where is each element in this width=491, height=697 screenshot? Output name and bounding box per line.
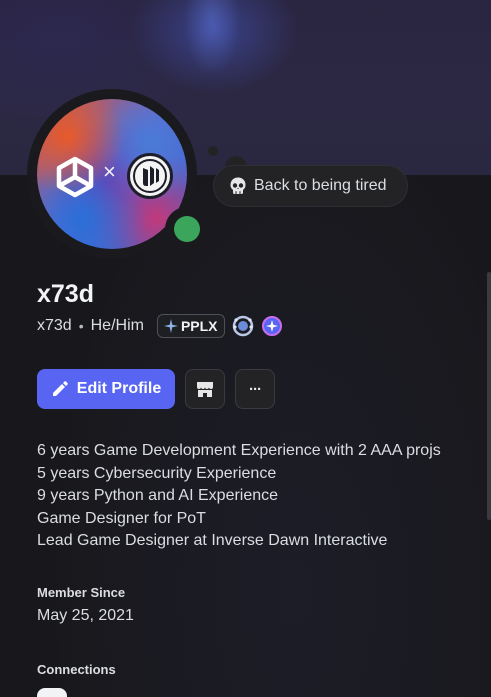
- unity-logo-icon: [56, 156, 94, 198]
- connection-account-icon[interactable]: [37, 688, 67, 697]
- avatar[interactable]: ×: [27, 89, 209, 259]
- member-since-title: Member Since: [37, 585, 126, 600]
- nitro-laurel-badge-icon[interactable]: [232, 315, 254, 337]
- pronouns: He/Him: [90, 317, 144, 334]
- separator-dot: •: [78, 318, 84, 334]
- connections-title: Connections: [37, 662, 116, 677]
- bio-line: 5 years Cybersecurity Experience: [37, 464, 277, 482]
- scrollbar[interactable]: [487, 272, 491, 520]
- unreal-logo-icon: [127, 153, 173, 199]
- member-since-date: May 25, 2021: [37, 607, 134, 624]
- shop-button[interactable]: [185, 369, 225, 409]
- edit-profile-label: Edit Profile: [76, 380, 162, 397]
- server-boost-badge-icon[interactable]: [261, 315, 283, 337]
- custom-status-text: Back to being tired: [254, 177, 387, 194]
- profile-panel: × Back to being tired x73d x73d • He/Him…: [0, 0, 491, 697]
- skull-icon: [230, 177, 246, 194]
- display-name: x73d: [37, 280, 94, 308]
- clan-tag[interactable]: PPLX: [156, 314, 225, 338]
- bio-line: 6 years Game Development Experience with…: [37, 442, 441, 459]
- user-meta-row: x73d • He/Him PPLX: [37, 313, 283, 339]
- bio-line: Lead Game Designer at Inverse Dawn Inter…: [37, 532, 388, 550]
- online-status-indicator: [165, 207, 209, 251]
- more-options-button[interactable]: ···: [235, 369, 275, 409]
- online-dot: [174, 216, 200, 242]
- thought-bubble-dot-small: [208, 146, 218, 156]
- username: x73d: [37, 317, 72, 334]
- clan-sparkle-icon: [163, 319, 178, 333]
- clan-tag-label: PPLX: [180, 318, 218, 334]
- shop-icon: [197, 382, 213, 397]
- pencil-icon: [52, 381, 68, 396]
- bio-line: 9 years Python and AI Experience: [37, 487, 279, 505]
- edit-profile-button[interactable]: Edit Profile: [37, 369, 175, 409]
- bio-line: Game Designer for PoT: [37, 509, 206, 527]
- more-dots-icon: ···: [249, 380, 262, 398]
- bio: 6 years Game Development Experience with…: [37, 440, 441, 553]
- custom-status-bubble[interactable]: Back to being tired: [213, 165, 408, 207]
- times-glyph: ×: [103, 159, 116, 184]
